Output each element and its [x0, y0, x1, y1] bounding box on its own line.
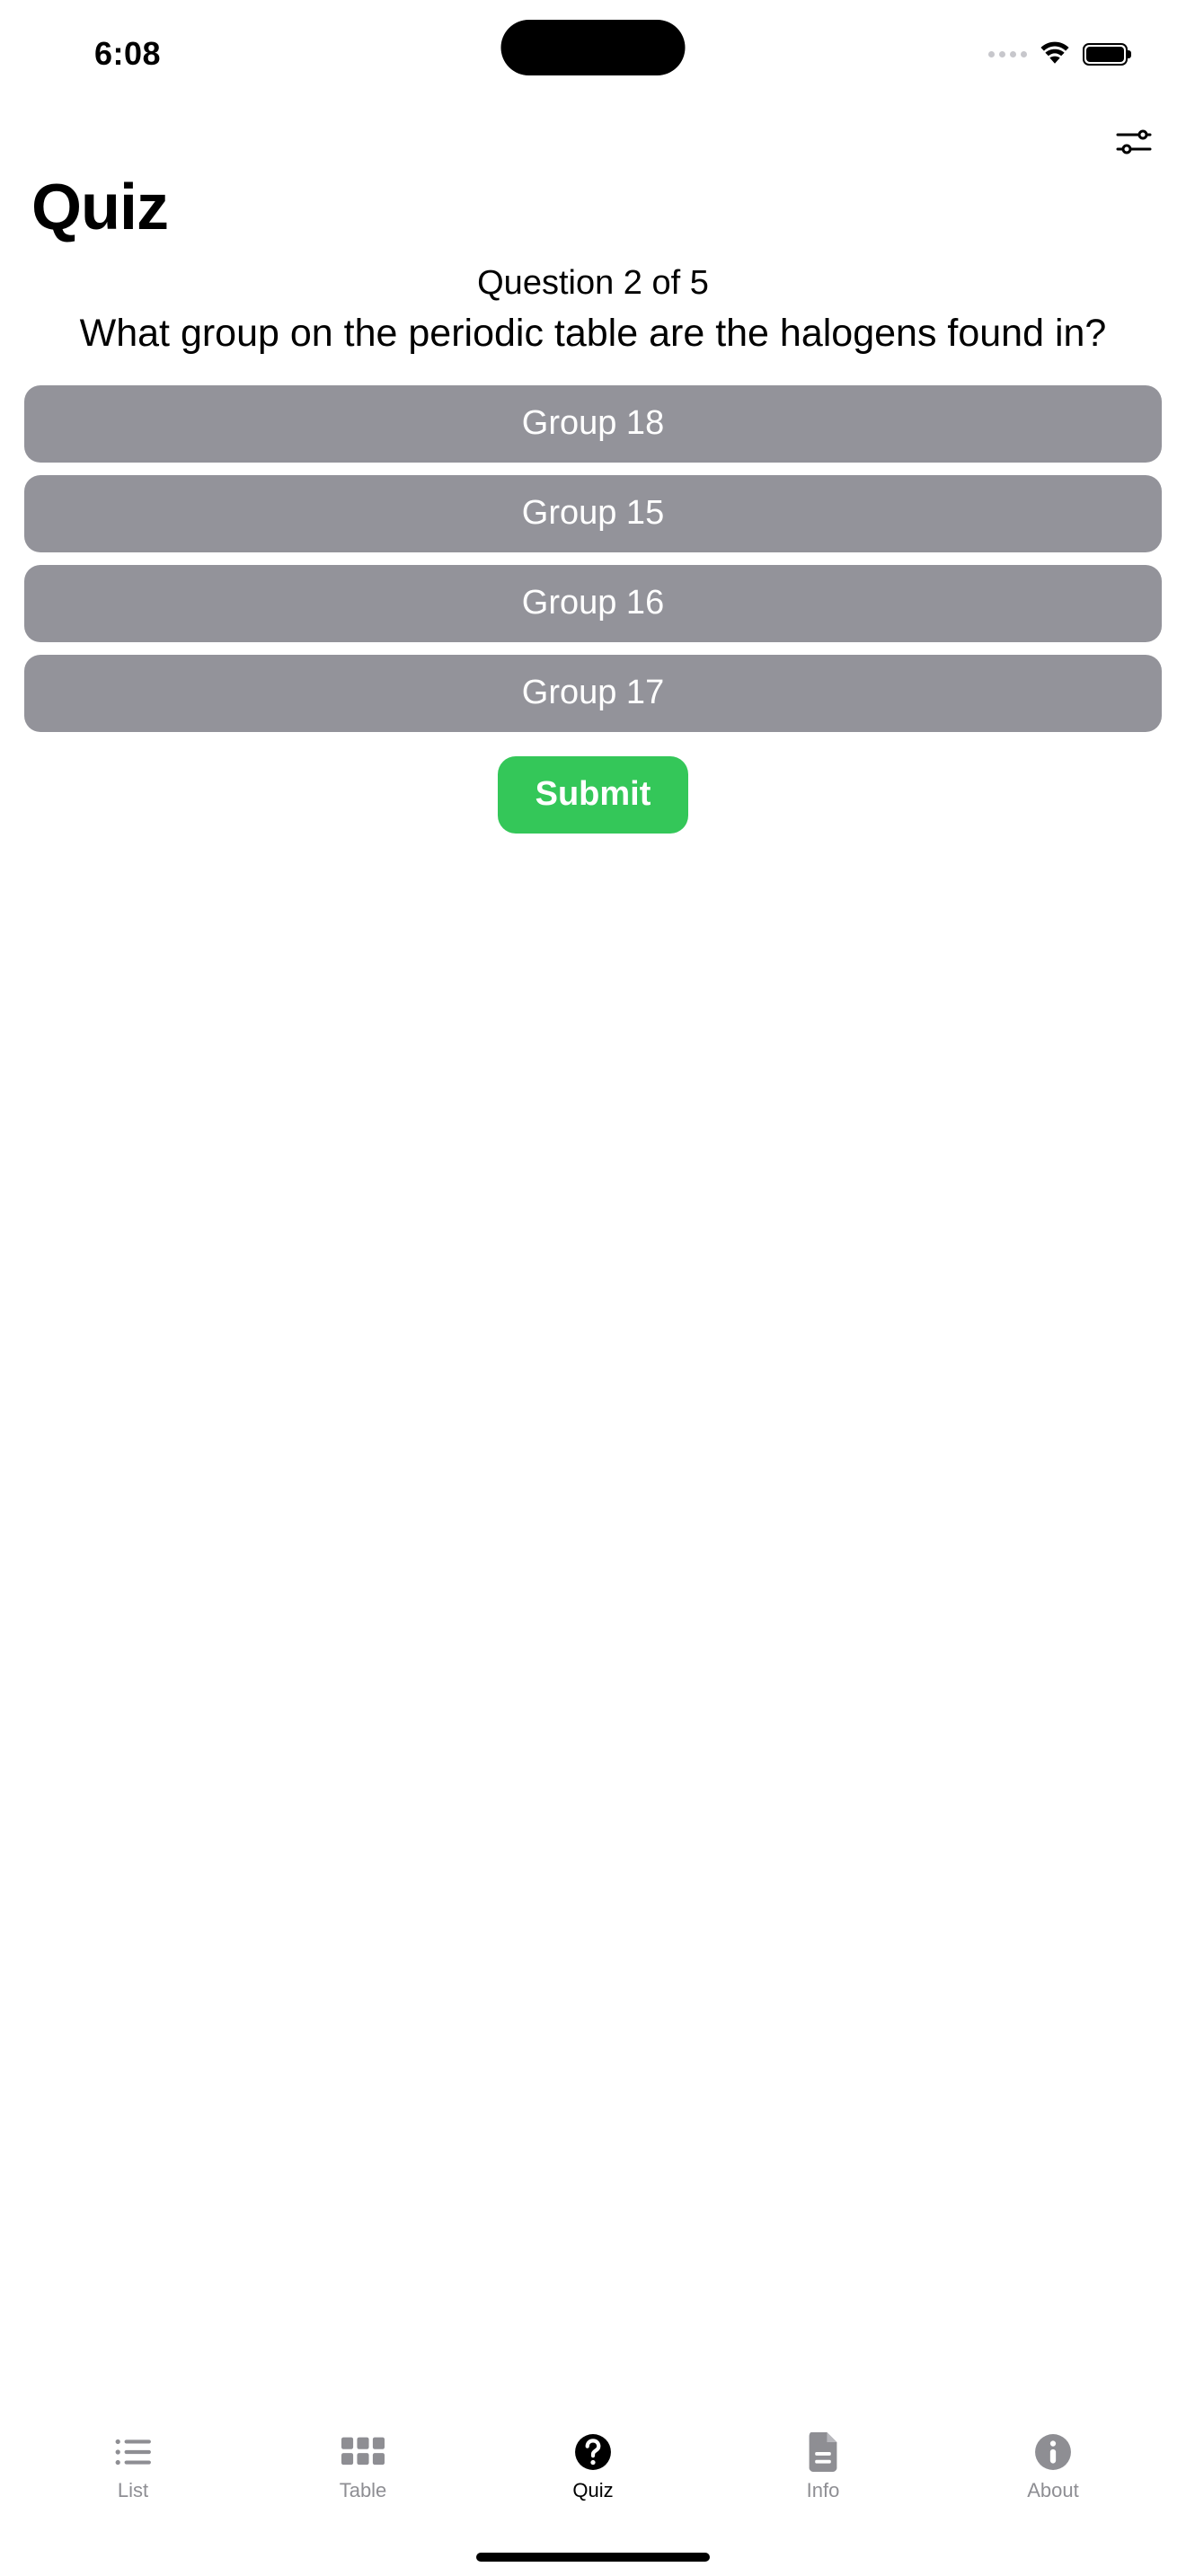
question-text: What group on the periodic table are the…: [73, 310, 1114, 358]
tab-label: List: [118, 2479, 148, 2502]
option-button-3[interactable]: Group 16: [24, 565, 1162, 642]
wifi-icon: [1040, 40, 1070, 68]
nav-row: [1116, 108, 1152, 180]
question-counter: Question 2 of 5: [477, 264, 709, 303]
tab-label: Quiz: [572, 2479, 613, 2502]
tab-label: Info: [807, 2479, 840, 2502]
tab-quiz[interactable]: Quiz: [478, 2432, 708, 2502]
dynamic-island: [501, 20, 686, 75]
tab-table[interactable]: Table: [248, 2432, 478, 2502]
question-circle-icon: [571, 2432, 615, 2472]
document-icon: [801, 2432, 845, 2472]
tab-bar: List Table Quiz: [0, 2414, 1186, 2576]
options-list: Group 18 Group 15 Group 16 Group 17: [24, 385, 1162, 732]
page-title: Quiz: [31, 171, 168, 244]
tab-info[interactable]: Info: [708, 2432, 938, 2502]
cellular-icon: [988, 51, 1027, 57]
quiz-content: Question 2 of 5 What group on the period…: [0, 253, 1186, 834]
tab-list[interactable]: List: [18, 2432, 248, 2502]
home-indicator: [476, 2553, 710, 2562]
option-button-2[interactable]: Group 15: [24, 475, 1162, 552]
sliders-icon[interactable]: [1116, 126, 1152, 163]
info-circle-icon: [1031, 2432, 1075, 2472]
battery-icon: [1083, 43, 1128, 66]
option-button-1[interactable]: Group 18: [24, 385, 1162, 463]
status-right: [988, 40, 1128, 68]
tab-label: About: [1027, 2479, 1079, 2502]
option-button-4[interactable]: Group 17: [24, 655, 1162, 732]
tab-about[interactable]: About: [938, 2432, 1168, 2502]
status-bar: 6:08: [0, 0, 1186, 108]
submit-button[interactable]: Submit: [498, 756, 689, 834]
grid-icon: [341, 2432, 385, 2472]
tab-label: Table: [340, 2479, 387, 2502]
list-icon: [111, 2432, 155, 2472]
status-time: 6:08: [94, 35, 161, 73]
